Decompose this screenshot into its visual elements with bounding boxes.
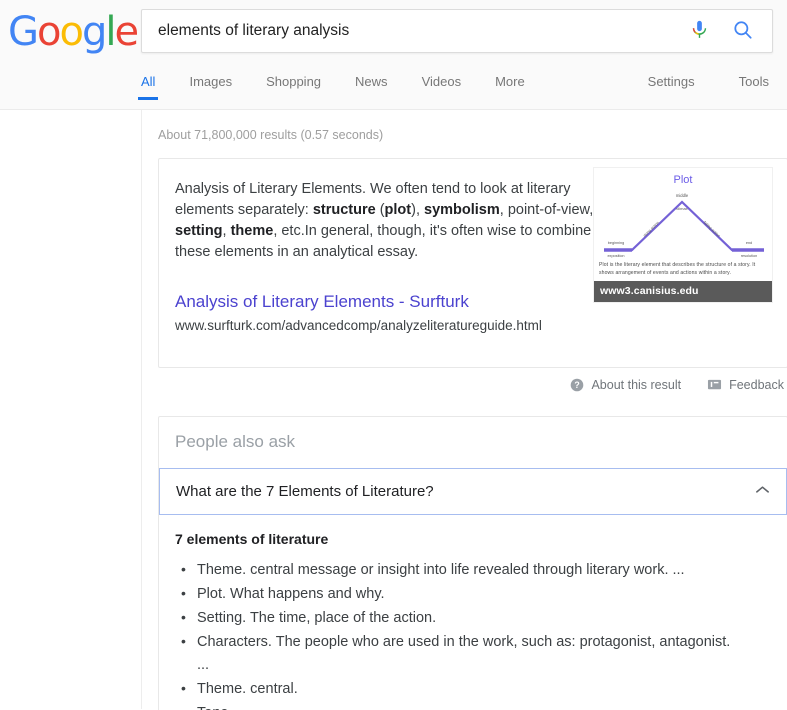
voice-search-button[interactable] (678, 10, 720, 52)
paa-answer-panel: 7 elements of literature Theme. central … (159, 515, 787, 710)
logo-letter-o2: o (59, 9, 84, 55)
feedback-button[interactable]: Feedback (707, 378, 784, 392)
svg-text:rising action: rising action (643, 221, 660, 238)
thumbnail-caption: Plot is the literary element that descri… (599, 262, 756, 276)
people-also-ask-card: People also ask What are the 7 Elements … (158, 416, 787, 710)
logo-letter-l: l (105, 9, 116, 55)
results-column: About 71,800,000 results (0.57 seconds) … (142, 110, 787, 710)
tab-all[interactable]: All (137, 70, 160, 100)
list-item: Setting. The time, place of the action. (175, 606, 735, 630)
about-this-result-button[interactable]: ? About this result (570, 378, 681, 392)
list-item: Plot. What happens and why. (175, 582, 735, 606)
svg-text:?: ? (575, 380, 580, 390)
search-box[interactable] (141, 9, 773, 53)
thumbnail-title: Plot (673, 174, 693, 186)
thumbnail-inner: Plot middle climax rising action falling… (593, 167, 773, 303)
search-nav-tabs: All Images Shopping News Videos More Set… (137, 70, 787, 110)
svg-text:middle: middle (676, 193, 689, 198)
search-header: Google All I (0, 0, 787, 110)
featured-snippet-card: Analysis of Literary Elements. We often … (158, 158, 787, 368)
question-mark-circle-icon: ? (570, 378, 584, 392)
list-item: Characters. The people who are used in t… (175, 630, 735, 677)
svg-text:resolution: resolution (741, 254, 757, 258)
svg-text:climax: climax (676, 206, 687, 211)
svg-text:beginning: beginning (608, 241, 624, 245)
plot-diagram-icon: middle climax rising action falling acti… (604, 193, 764, 258)
tab-more[interactable]: More (495, 70, 525, 100)
featured-snippet-thumbnail[interactable]: Plot middle climax rising action falling… (593, 167, 773, 303)
logo-letter-e: e (114, 9, 139, 55)
paa-answer-list: Theme. central message or insight into l… (175, 558, 771, 710)
svg-text:end: end (746, 241, 752, 245)
svg-text:exposition: exposition (607, 254, 624, 258)
search-submit-button[interactable] (722, 10, 764, 52)
logo-letter-g1: G (8, 9, 39, 55)
people-also-ask-header: People also ask (175, 432, 296, 451)
microphone-icon (689, 18, 710, 44)
tab-shopping[interactable]: Shopping (266, 70, 321, 100)
paa-question-row[interactable]: What are the 7 Elements of Literature? (159, 468, 787, 515)
paa-answer-title: 7 elements of literature (175, 531, 329, 547)
featured-snippet-text: Analysis of Literary Elements. We often … (175, 181, 594, 260)
feedback-label: Feedback (729, 378, 784, 392)
svg-text:falling action: falling action (703, 221, 721, 239)
search-input[interactable] (142, 22, 678, 40)
tab-tools[interactable]: Tools (739, 70, 769, 100)
list-item: Tone. ... (175, 701, 735, 710)
nav-right-group: Settings Tools (604, 70, 787, 100)
result-stats: About 71,800,000 results (0.57 seconds) (158, 128, 384, 142)
about-this-result-label: About this result (591, 378, 682, 392)
list-item: Theme. central. (175, 677, 735, 701)
nav-left-group: All Images Shopping News Videos More (137, 70, 559, 100)
snippet-meta-row: ? About this result Feedback (158, 378, 787, 392)
logo-letter-o1: o (37, 9, 62, 55)
tab-settings[interactable]: Settings (648, 70, 695, 100)
feedback-flag-icon (707, 378, 722, 392)
results-area: About 71,800,000 results (0.57 seconds) … (0, 110, 787, 710)
featured-snippet-url: www.surfturk.com/advancedcomp/analyzelit… (175, 318, 542, 333)
list-item: Theme. central message or insight into l… (175, 558, 735, 582)
search-icon (732, 19, 754, 44)
logo-letter-g2: g (81, 9, 107, 55)
chevron-up-icon[interactable] (755, 482, 770, 500)
thumbnail-source-url: www3.canisius.edu (594, 281, 772, 302)
paa-question-text: What are the 7 Elements of Literature? (176, 482, 434, 500)
google-logo[interactable]: Google (8, 9, 139, 55)
tab-images[interactable]: Images (189, 70, 232, 100)
tab-videos[interactable]: Videos (422, 70, 462, 100)
tab-news[interactable]: News (355, 70, 388, 100)
